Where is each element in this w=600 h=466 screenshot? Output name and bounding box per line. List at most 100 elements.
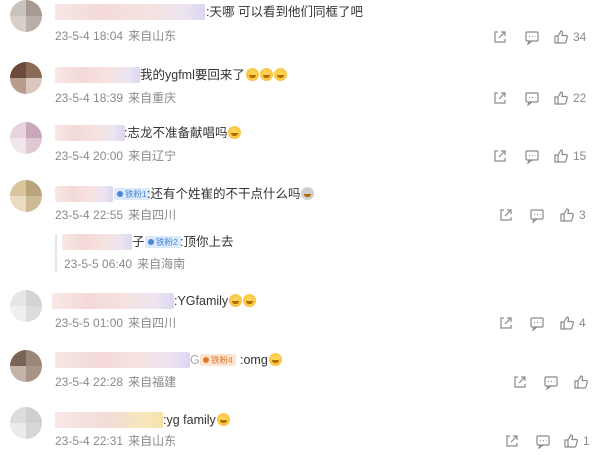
avatar[interactable]: [10, 0, 42, 32]
flushed-face-icon: [228, 126, 242, 139]
reply-meta: 23-5-5 06:40 来自海南: [64, 256, 185, 272]
comment-date: 23-5-4 22:28: [55, 375, 124, 389]
reply-text: :顶你上去: [180, 235, 234, 249]
crying-face-icon: [259, 68, 273, 81]
fan-badge: 铁粉1: [114, 188, 150, 200]
comment-text: :YGfamily: [174, 293, 257, 309]
username-blurred[interactable]: [55, 67, 140, 83]
like-count: 34: [573, 30, 587, 44]
username-blurred[interactable]: [55, 412, 163, 428]
crying-face-icon: [273, 68, 287, 81]
comment-meta: 23-5-4 18:04 来自山东: [55, 28, 176, 44]
comment-meta: 23-5-4 18:39 来自重庆: [55, 90, 176, 106]
comment-icon[interactable]: [543, 374, 559, 390]
avatar[interactable]: [10, 407, 42, 439]
share-icon[interactable]: [504, 433, 520, 449]
thumbs-up-icon[interactable]: [573, 374, 589, 390]
share-icon[interactable]: [492, 90, 508, 106]
badge-label: 铁粉1: [125, 189, 147, 199]
share-icon[interactable]: [498, 315, 514, 331]
comment-meta: 23-5-4 22:28 来自福建: [55, 374, 176, 390]
avatar-pixel: [26, 0, 42, 16]
crying-face-icon: [245, 68, 259, 81]
avatar-pixel: [10, 180, 26, 196]
username-blurred[interactable]: [55, 4, 205, 20]
avatar-pixel: [10, 407, 26, 423]
avatar-pixel: [26, 16, 42, 32]
avatar-pixel: [26, 138, 42, 154]
avatar-pixel: [10, 350, 26, 366]
comment-meta: 23-5-4 20:00 来自辽宁: [55, 148, 176, 164]
username-blurred[interactable]: [52, 293, 174, 309]
comment-text: 我的ygfml要回来了: [140, 67, 287, 83]
like-count: 1: [583, 434, 590, 448]
username-blurred[interactable]: [55, 125, 125, 141]
comment-location: 来自山东: [128, 29, 177, 43]
house-icon: [301, 187, 315, 200]
badge-dot-icon: [203, 357, 209, 363]
share-icon[interactable]: [512, 374, 528, 390]
comment-icon[interactable]: [529, 207, 545, 223]
avatar-pixel: [26, 306, 42, 322]
crying-face-icon: [216, 413, 230, 426]
share-icon[interactable]: [492, 29, 508, 45]
avatar-pixel: [26, 350, 42, 366]
thumbs-up-icon[interactable]: [553, 29, 569, 45]
avatar[interactable]: [10, 180, 42, 212]
crying-face-icon: [243, 294, 257, 307]
avatar-pixel: [26, 122, 42, 138]
username-blurred[interactable]: [55, 352, 190, 368]
comment-text: :yg family: [163, 412, 230, 428]
username-blurred[interactable]: [55, 186, 113, 202]
thumbs-up-icon[interactable]: [563, 433, 579, 449]
comment-icon[interactable]: [524, 148, 540, 164]
comment-text-body: 我的ygfml要回来了: [140, 68, 245, 82]
avatar-pixel: [10, 290, 26, 306]
share-icon[interactable]: [492, 148, 508, 164]
comment-text: :还有个姓崔的不干点什么吗: [147, 186, 315, 202]
comment-date: 23-5-4 20:00: [55, 149, 124, 163]
thumbs-up-icon[interactable]: [559, 315, 575, 331]
avatar[interactable]: [10, 290, 42, 322]
comment-location: 来自重庆: [128, 91, 177, 105]
avatar-pixel: [10, 196, 26, 212]
comment-icon[interactable]: [535, 433, 551, 449]
comment-location: 来自四川: [128, 316, 177, 330]
avatar-pixel: [10, 138, 26, 154]
reply-location: 来自海南: [137, 257, 186, 271]
avatar-pixel: [26, 78, 42, 94]
comment-icon[interactable]: [529, 315, 545, 331]
badge-label: 铁粉2: [156, 237, 178, 247]
avatar[interactable]: [10, 62, 42, 94]
avatar-pixel: [10, 16, 26, 32]
like-count: 3: [579, 208, 586, 222]
avatar[interactable]: [10, 350, 42, 382]
avatar[interactable]: [10, 122, 42, 154]
crying-face-icon: [268, 353, 282, 366]
reply-username-blurred[interactable]: [62, 234, 132, 250]
avatar-pixel: [10, 62, 26, 78]
fan-badge: 铁粉2: [145, 236, 181, 248]
comment-location: 来自山东: [128, 434, 177, 448]
comment-date: 23-5-5 01:00: [55, 316, 124, 330]
comment-icon[interactable]: [524, 90, 540, 106]
avatar-pixel: [26, 366, 42, 382]
reply-date: 23-5-5 06:40: [64, 257, 133, 271]
badge-dot-icon: [117, 191, 123, 197]
comment-location: 来自福建: [128, 375, 177, 389]
avatar-pixel: [26, 423, 42, 439]
avatar-pixel: [10, 366, 26, 382]
comment-location: 来自辽宁: [128, 149, 177, 163]
username-suffix: G: [190, 353, 200, 367]
thumbs-up-icon[interactable]: [559, 207, 575, 223]
thumbs-up-icon[interactable]: [553, 90, 569, 106]
comment-icon[interactable]: [524, 29, 540, 45]
avatar-pixel: [10, 423, 26, 439]
thumbs-up-icon[interactable]: [553, 148, 569, 164]
avatar-pixel: [10, 122, 26, 138]
share-icon[interactable]: [498, 207, 514, 223]
comment-text-body: :还有个姓崔的不干点什么吗: [147, 187, 301, 201]
comment-text: :天哪 可以看到他们同框了吧: [206, 5, 363, 19]
comment-date: 23-5-4 22:31: [55, 434, 124, 448]
like-count: 15: [573, 149, 587, 163]
